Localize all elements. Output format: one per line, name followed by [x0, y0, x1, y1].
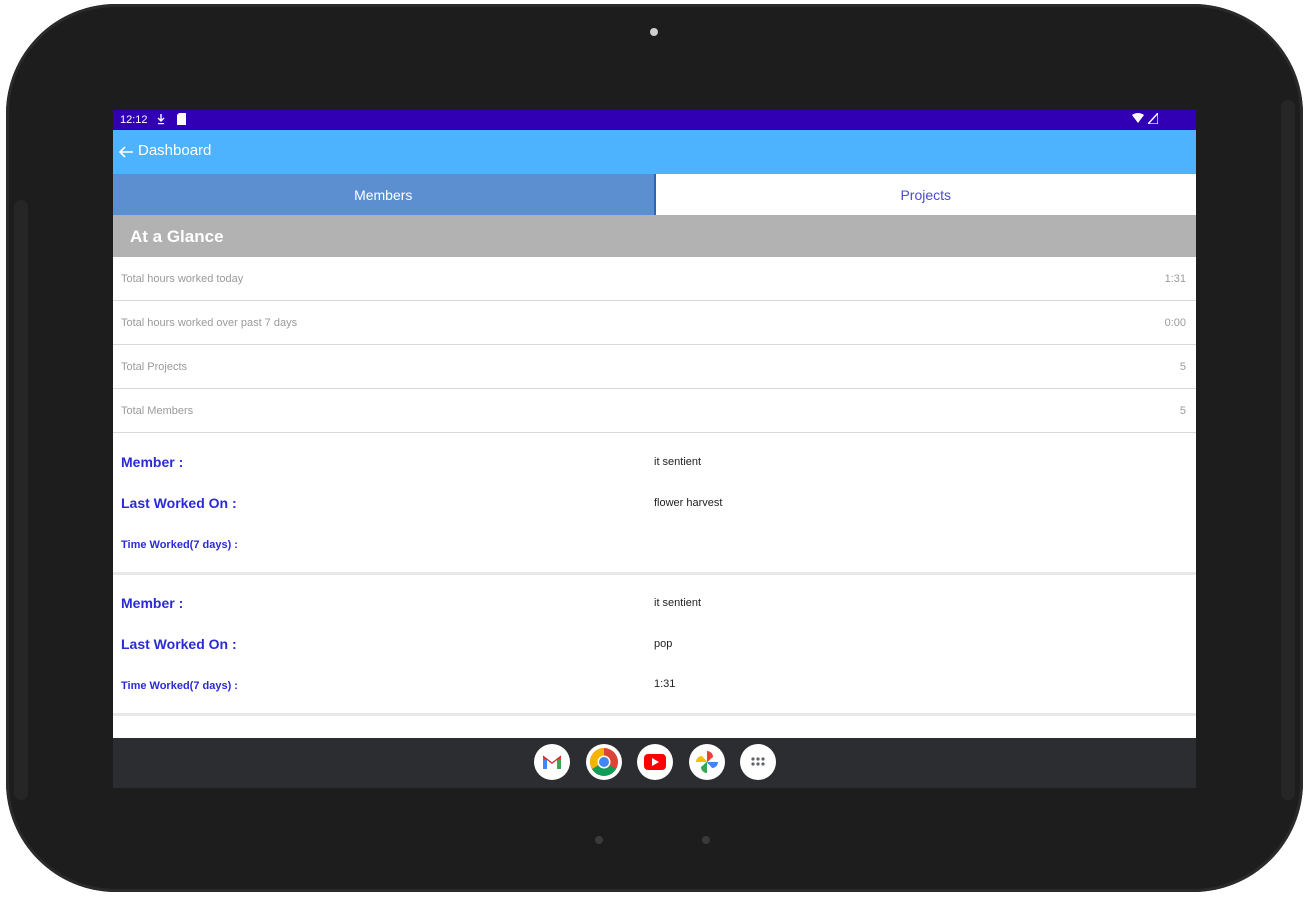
time-worked-row: Time Worked(7 days) : 1:31: [113, 672, 1196, 698]
last-worked-row: Last Worked On : pop: [113, 632, 1196, 658]
stat-value: 5: [1179, 405, 1186, 417]
sd-card-icon: [177, 113, 186, 130]
time-worked-value: 1:31: [654, 678, 676, 690]
last-worked-label: Last Worked On :: [121, 636, 237, 652]
member-card[interactable]: Member : it sentient Last Worked On : po…: [113, 575, 1196, 716]
taskbar: [113, 738, 1196, 788]
last-worked-row: Last Worked On : flower harvest: [113, 491, 1196, 517]
stat-label: Total Members: [121, 405, 194, 417]
stat-value: 5: [1179, 361, 1186, 373]
stat-value: 1:31: [1164, 273, 1186, 285]
member-row: Member : it sentient: [113, 591, 1196, 617]
member-value: it sentient: [654, 456, 702, 468]
app-bar-title: Dashboard: [138, 142, 212, 159]
section-header: At a Glance: [113, 215, 1196, 257]
left-speaker-grille: [14, 200, 28, 800]
app-dock: [534, 744, 776, 782]
member-list: Member : it sentient Last Worked On : fl…: [113, 434, 1196, 716]
bottom-sensor-right: [702, 836, 710, 844]
last-worked-value: flower harvest: [654, 497, 723, 509]
member-label: Member :: [121, 595, 184, 611]
back-arrow-icon[interactable]: [117, 144, 135, 160]
stat-label: Total hours worked today: [121, 273, 244, 285]
tab-members[interactable]: Members: [113, 174, 656, 215]
last-worked-label: Last Worked On :: [121, 495, 237, 511]
time-worked-label: Time Worked(7 days) :: [121, 680, 238, 692]
stat-row-total-projects: Total Projects 5: [113, 345, 1196, 389]
stat-value: 0:00: [1164, 317, 1186, 329]
time-worked-row: Time Worked(7 days) :: [113, 531, 1196, 557]
signal-icon: [1146, 111, 1159, 129]
right-speaker-grille: [1281, 100, 1295, 800]
time-worked-label: Time Worked(7 days) :: [121, 539, 238, 551]
member-row: Member : it sentient: [113, 450, 1196, 476]
app-drawer-icon[interactable]: [740, 744, 776, 780]
status-bar: 12:12: [113, 110, 1196, 130]
stat-label: Total hours worked over past 7 days: [121, 317, 298, 329]
chrome-icon[interactable]: [585, 744, 622, 780]
front-camera: [650, 28, 658, 36]
youtube-icon[interactable]: [637, 744, 673, 780]
section-title: At a Glance: [130, 227, 224, 246]
gmail-icon[interactable]: [534, 744, 570, 780]
download-icon: [157, 113, 165, 130]
tab-bar: Members Projects: [113, 174, 1196, 215]
stats-list: Total hours worked today 1:31 Total hour…: [113, 257, 1196, 433]
photos-icon[interactable]: [688, 744, 725, 780]
stat-label: Total Projects: [121, 361, 188, 373]
stat-row-total-members: Total Members 5: [113, 389, 1196, 433]
screen: 12:12 Dashboard Members Projects At a Gl…: [113, 110, 1196, 788]
stat-row-hours-7-days: Total hours worked over past 7 days 0:00: [113, 301, 1196, 345]
wifi-icon: [1132, 113, 1144, 128]
member-label: Member :: [121, 454, 184, 470]
tab-projects[interactable]: Projects: [655, 174, 1196, 215]
stat-row-hours-today: Total hours worked today 1:31: [113, 257, 1196, 301]
last-worked-value: pop: [654, 638, 673, 650]
status-time: 12:12: [120, 114, 148, 126]
app-bar: Dashboard: [113, 130, 1196, 174]
tablet-frame: 12:12 Dashboard Members Projects At a Gl…: [0, 0, 1309, 900]
bottom-sensor-left: [595, 836, 603, 844]
member-value: it sentient: [654, 597, 702, 609]
member-card[interactable]: Member : it sentient Last Worked On : fl…: [113, 434, 1196, 575]
